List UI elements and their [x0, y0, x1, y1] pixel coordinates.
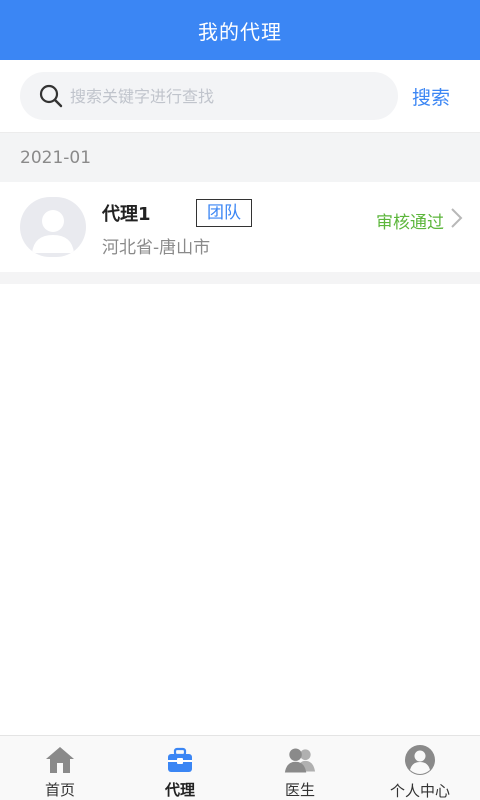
- agent-region: 河北省-唐山市: [102, 237, 211, 258]
- agent-list-item[interactable]: 代理1 团队 河北省-唐山市 审核通过: [0, 182, 480, 272]
- search-button[interactable]: 搜索: [412, 83, 450, 110]
- tab-agent[interactable]: 代理: [120, 736, 240, 800]
- home-icon: [44, 744, 76, 775]
- search-icon: [38, 83, 64, 109]
- tab-label: 个人中心: [389, 782, 450, 800]
- tab-profile[interactable]: 个人中心: [360, 736, 480, 800]
- chevron-right-icon: [448, 206, 464, 230]
- users-icon: [284, 744, 316, 775]
- month-label: 2021-01: [20, 147, 92, 168]
- user-circle-icon: [404, 744, 436, 776]
- default-avatar-icon: [32, 210, 74, 253]
- tab-home[interactable]: 首页: [0, 736, 120, 800]
- page-title: 我的代理: [198, 19, 282, 44]
- tab-label: 医生: [284, 781, 315, 799]
- avatar: [20, 197, 86, 257]
- tab-doctor[interactable]: 医生: [240, 736, 360, 800]
- divider: [0, 272, 480, 284]
- search-box[interactable]: [20, 72, 398, 120]
- app-header: 我的代理: [0, 0, 480, 60]
- status-badge: 审核通过: [376, 213, 444, 233]
- month-header: 2021-01: [0, 132, 480, 182]
- search-bar: 搜索: [0, 60, 480, 132]
- agent-info: 代理1 团队 河北省-唐山市: [102, 197, 342, 258]
- briefcase-icon: [164, 744, 196, 775]
- tab-label: 首页: [44, 781, 75, 799]
- tab-label: 代理: [164, 781, 195, 799]
- bottom-tab-bar: 首页 代理 医生 个人中心: [0, 735, 480, 800]
- search-input[interactable]: [70, 86, 370, 106]
- agent-name: 代理1: [102, 203, 151, 225]
- team-badge: 团队: [196, 198, 252, 227]
